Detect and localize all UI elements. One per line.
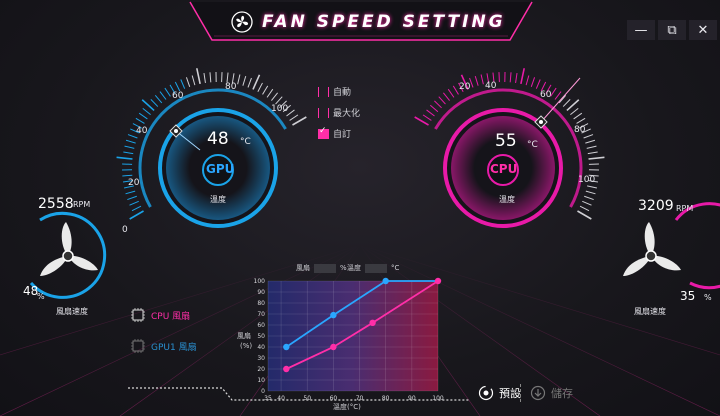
fan-speed-window: FAN SPEED SETTING — ⧉ ✕ GPU 48 °C 溫度 0 2… [0,0,720,416]
save-button[interactable]: 儲存 [530,385,573,401]
curve-y-tick-label: 70 [257,311,265,318]
curve-y-tick-label: 80 [257,300,265,307]
curve-point-handle[interactable] [434,277,442,285]
curve-point-handle[interactable] [330,311,337,319]
preset-icon [478,385,494,401]
curve-x-tick-label: 100 [432,395,444,402]
curve-y-tick-label: 40 [257,344,265,351]
curve-y-tick-label: 90 [257,289,265,296]
curve-y-tick-label: 100 [254,278,266,285]
curve-y-tick-label: 50 [257,333,265,340]
curve-y-tick-label: 10 [257,377,265,384]
curve-point-handle[interactable] [382,277,389,285]
curve-x-tick-label: 50 [303,395,311,402]
curve-y-tick-label: 20 [257,366,265,373]
fan-curve-chart[interactable]: 35 40 50 60 70 80 90 100 0 10 20 30 40 50 60 70 80 90 100 [0,0,720,416]
curve-point-handle[interactable] [369,319,376,326]
save-icon [530,385,546,401]
curve-point-handle[interactable] [283,343,290,351]
curve-point-handle[interactable] [283,365,290,373]
curve-x-tick-label: 60 [330,395,338,402]
curve-x-tick-label: 90 [408,395,416,402]
curve-x-tick-label: 35 [264,395,272,402]
curve-point-handle[interactable] [330,343,337,351]
preset-label: 預設 [499,387,521,400]
curve-y-tick-label: 60 [257,322,265,329]
curve-y-tick-label: 0 [261,388,265,395]
curve-x-tick-label: 40 [277,395,285,402]
button-divider [520,384,521,402]
curve-x-tick-label: 80 [382,395,390,402]
curve-y-tick-label: 30 [257,355,265,362]
preset-button[interactable]: 預設 [478,385,521,401]
save-label: 儲存 [551,387,573,400]
curve-x-tick-label: 70 [356,395,364,402]
